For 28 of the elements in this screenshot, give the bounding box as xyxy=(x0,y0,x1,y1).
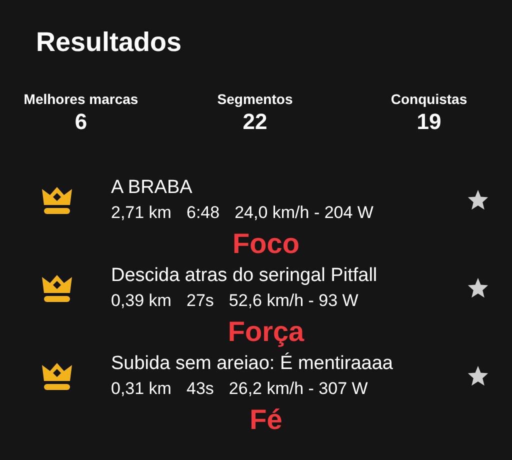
segment-speed-power: 52,6 km/h - 93 W xyxy=(228,290,358,312)
star-icon[interactable] xyxy=(467,277,489,299)
crown-icon xyxy=(40,185,74,215)
stat-value: 19 xyxy=(416,108,442,136)
stat-value: 22 xyxy=(242,108,268,136)
segment-time: 27s xyxy=(186,290,214,312)
segment-distance: 0,31 km xyxy=(111,378,172,400)
star-icon[interactable] xyxy=(467,365,489,387)
segment-speed-power: 26,2 km/h - 307 W xyxy=(228,378,368,400)
stat-label: Melhores marcas xyxy=(24,90,138,108)
segment-time: 6:48 xyxy=(186,202,220,224)
caption-text: Força xyxy=(226,316,306,348)
crown-icon xyxy=(40,361,74,391)
segment-name[interactable]: Subida sem areiao: É mentiraaaa xyxy=(111,351,467,377)
crown-icon xyxy=(40,273,74,303)
segment-name[interactable]: Descida atras do seringal Pitfall xyxy=(111,263,467,289)
segment-distance: 2,71 km xyxy=(111,202,172,224)
stat-label: Conquistas xyxy=(390,90,468,108)
stat-value: 6 xyxy=(74,108,88,136)
page-title: Resultados xyxy=(36,26,183,58)
star-icon[interactable] xyxy=(467,189,489,211)
segment-name[interactable]: A BRABA xyxy=(111,175,467,201)
stat-label: Segmentos xyxy=(217,90,293,108)
caption-text: Fé xyxy=(248,404,284,436)
segment-distance: 0,39 km xyxy=(111,290,172,312)
segment-time: 43s xyxy=(186,378,214,400)
caption-text: Foco xyxy=(232,228,300,260)
segment-speed-power: 24,0 km/h - 204 W xyxy=(234,202,374,224)
